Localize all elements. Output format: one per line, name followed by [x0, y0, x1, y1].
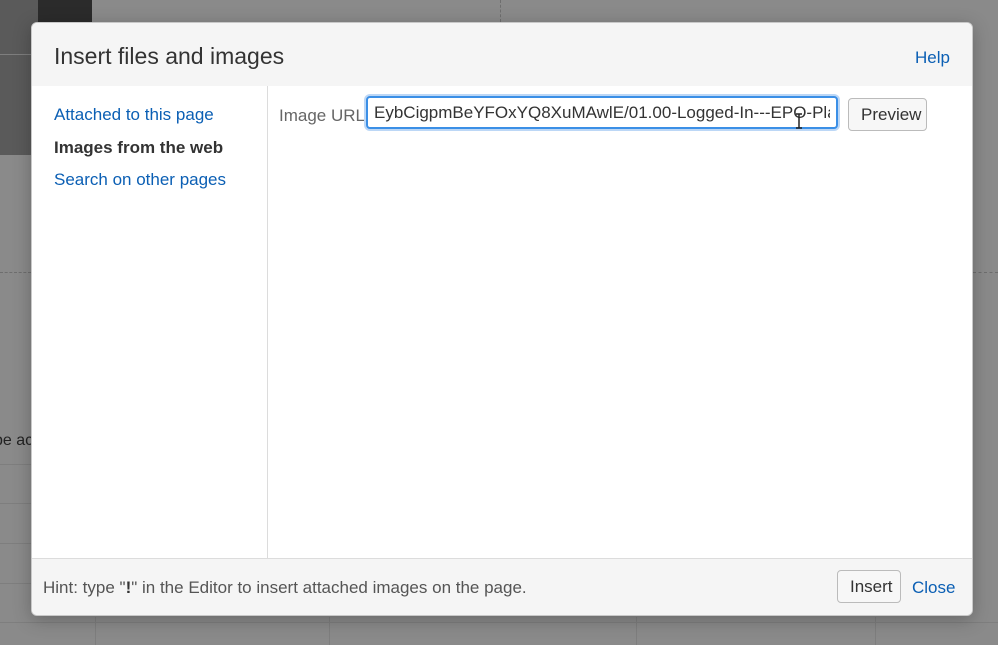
background-table-line	[0, 543, 31, 544]
web-image-pane: Image URL: Preview	[268, 86, 972, 561]
image-url-label: Image URL:	[279, 106, 370, 125]
background-table-col	[329, 617, 330, 645]
hint-suffix: " in the Editor to insert attached image…	[131, 578, 527, 597]
background-dashed-guide	[0, 272, 31, 273]
preview-button[interactable]: Preview	[848, 98, 927, 131]
close-link[interactable]: Close	[912, 578, 955, 598]
background-table-col	[875, 617, 876, 645]
background-table-line	[0, 464, 31, 465]
hint-text: Hint: type "!" in the Editor to insert a…	[43, 578, 527, 598]
text-cursor-icon	[796, 113, 802, 129]
hint-prefix: Hint: type "	[43, 578, 126, 597]
background-table-line	[0, 622, 998, 623]
background-dashed-guide	[973, 272, 998, 273]
background-table-col	[95, 617, 96, 645]
background-table-col	[636, 617, 637, 645]
insert-files-dialog: Insert files and images Help Attached to…	[31, 22, 973, 616]
dialog-header: Insert files and images Help	[32, 23, 972, 87]
insert-button[interactable]: Insert	[837, 570, 901, 603]
dialog-title: Insert files and images	[54, 43, 285, 69]
sidebar-item-images-from-web[interactable]: Images from the web	[54, 138, 223, 158]
sidebar-item-search-other-pages[interactable]: Search on other pages	[54, 170, 226, 190]
dialog-body: Attached to this page Images from the we…	[32, 86, 972, 561]
background-dashed-guide	[500, 0, 501, 22]
image-url-input[interactable]	[366, 96, 838, 129]
dialog-sidebar: Attached to this page Images from the we…	[32, 86, 268, 561]
help-link[interactable]: Help	[915, 48, 950, 68]
background-text: be ac	[0, 432, 34, 449]
background-table-line	[0, 503, 31, 504]
background-table-line	[0, 583, 31, 584]
dialog-footer: Hint: type "!" in the Editor to insert a…	[32, 558, 972, 615]
sidebar-item-attached[interactable]: Attached to this page	[54, 105, 214, 125]
